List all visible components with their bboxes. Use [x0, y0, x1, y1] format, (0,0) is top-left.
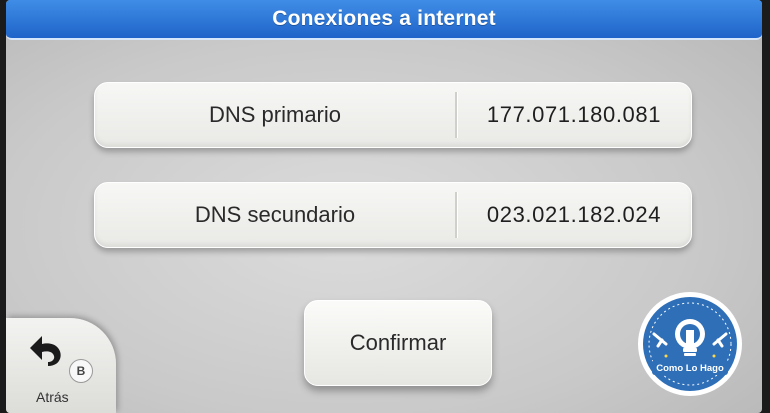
- back-button[interactable]: B Atrás: [6, 318, 116, 413]
- title-bar: Conexiones a internet: [6, 0, 762, 40]
- lightbulb-logo-icon: Como Lo Hago: [638, 292, 742, 396]
- b-button-badge: B: [69, 359, 93, 383]
- confirm-button[interactable]: Confirmar: [304, 300, 492, 386]
- dns-primary-field[interactable]: DNS primario 177.071.180.081: [94, 82, 692, 148]
- dns-secondary-label: DNS secundario: [194, 202, 356, 227]
- dns-secondary-field[interactable]: DNS secundario 023.021.182.024: [94, 182, 692, 248]
- dns-primary-value[interactable]: 177.071.180.081: [457, 102, 691, 128]
- back-arrow-icon: [30, 336, 61, 366]
- back-label: Atrás: [36, 389, 69, 405]
- dns-primary-label: DNS primario: [208, 102, 342, 127]
- screen: Conexiones a internet DNS primario 177.0…: [6, 0, 762, 413]
- page-title: Conexiones a internet: [272, 7, 496, 30]
- logo-text: Como Lo Hago: [656, 363, 724, 374]
- dns-secondary-value[interactable]: 023.021.182.024: [457, 202, 691, 228]
